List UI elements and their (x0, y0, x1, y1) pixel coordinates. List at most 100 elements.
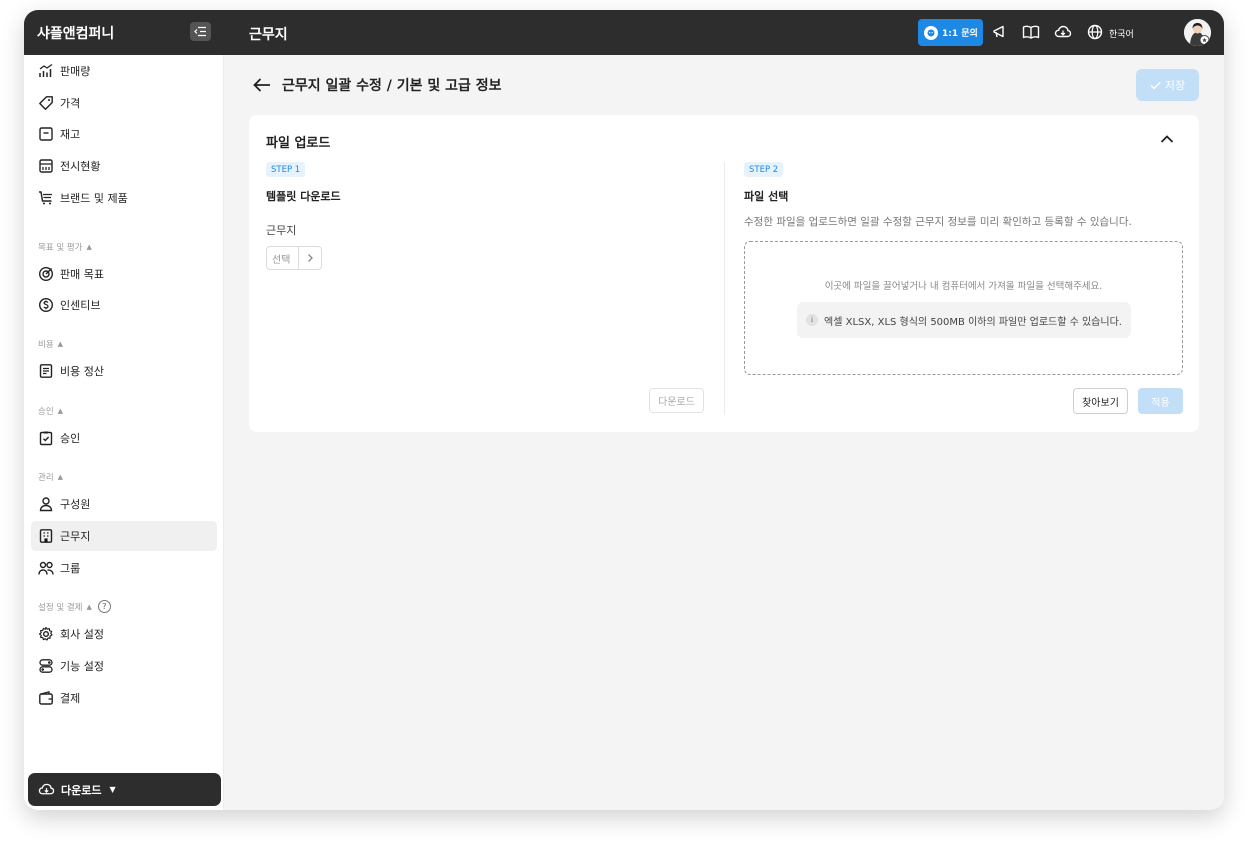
sidebar-item-expense[interactable]: 비용 정산 (31, 356, 217, 386)
sidebar-collapse-button[interactable] (190, 22, 211, 41)
step-divider (724, 162, 725, 415)
app-window: 샤플앤컴퍼니 근무지 1:1 문의 한국어 판매량 가격 재고 전시현황 브랜드… (24, 10, 1224, 810)
cloud-download-icon (38, 783, 55, 795)
file-upload-card: 파일 업로드 STEP 1 템플릿 다운로드 근무지 선택 다운로드 STEP … (249, 115, 1199, 432)
inquiry-button[interactable]: 1:1 문의 (918, 19, 983, 46)
cloud-download-icon[interactable] (1054, 23, 1072, 41)
save-button[interactable]: 저장 (1136, 69, 1199, 101)
sidebar-item-brands[interactable]: 브랜드 및 제품 (31, 183, 217, 213)
sidebar-item-label: 인센티브 (60, 299, 101, 312)
step1-badge: STEP 1 (266, 162, 306, 177)
section-settings[interactable]: 설정 및 결제 ▲ ? (38, 600, 111, 613)
top-bar: 샤플앤컴퍼니 근무지 1:1 문의 한국어 (24, 10, 1224, 55)
sidebar-item-display[interactable]: 전시현황 (31, 151, 217, 181)
chart-icon (39, 63, 53, 77)
back-arrow-icon[interactable] (252, 76, 272, 94)
section-manage[interactable]: 관리 ▲ (38, 471, 63, 483)
select-placeholder: 선택 (267, 247, 299, 269)
download-menu-button[interactable]: 다운로드 ▼ (28, 773, 221, 806)
sidebar-item-sales-goal[interactable]: 판매 목표 (31, 259, 217, 289)
card-title: 파일 업로드 (266, 136, 331, 151)
workplace-field-label: 근무지 (266, 224, 297, 237)
step2-badge: STEP 2 (744, 162, 784, 177)
cart-icon (39, 191, 52, 205)
inquiry-label: 1:1 문의 (942, 29, 978, 39)
caret-up-icon: ▲ (86, 602, 92, 611)
users-icon (38, 561, 54, 575)
coin-icon (38, 297, 54, 313)
sidebar-item-inventory[interactable]: 재고 (31, 119, 217, 149)
sidebar-item-label: 회사 설정 (60, 628, 104, 641)
sidebar-item-members[interactable]: 구성원 (31, 489, 217, 519)
sidebar-item-label: 가격 (60, 97, 81, 110)
section-goals[interactable]: 목표 및 평가 ▲ (38, 241, 92, 253)
sidebar-item-price[interactable]: 가격 (31, 88, 217, 118)
section-label: 목표 및 평가 (38, 243, 83, 253)
download-label: 다운로드 (61, 783, 102, 797)
chevron-up-icon[interactable] (1159, 132, 1175, 146)
globe-icon[interactable] (1086, 23, 1104, 41)
caret-down-icon: ▼ (109, 785, 116, 794)
caret-up-icon: ▲ (57, 340, 64, 348)
sidebar-item-label: 전시현황 (60, 160, 101, 173)
sidebar-item-label: 구성원 (60, 498, 91, 511)
check-icon (1150, 81, 1161, 90)
section-label: 관리 (38, 473, 54, 483)
step2-title: 파일 선택 (744, 190, 789, 203)
clipboard-check-icon (39, 431, 53, 446)
sidebar-item-label: 판매량 (60, 65, 91, 78)
sidebar-item-company-settings[interactable]: 회사 설정 (31, 619, 217, 649)
tag-icon (39, 96, 53, 110)
section-label: 설정 및 결제 (38, 602, 83, 613)
chat-icon (924, 25, 938, 40)
avatar[interactable] (1184, 19, 1211, 46)
section-label: 비용 (38, 340, 54, 350)
sidebar-item-incentive[interactable]: 인센티브 (31, 290, 217, 320)
sidebar-item-label: 판매 목표 (60, 268, 104, 281)
file-format-notice: i 엑셀 XLSX, XLS 형식의 500MB 이하의 파일만 업로드할 수 … (797, 302, 1131, 338)
book-icon[interactable] (1022, 23, 1040, 41)
sidebar-item-label: 근무지 (60, 530, 91, 543)
receipt-icon (39, 364, 53, 378)
browse-button[interactable]: 찾아보기 (1073, 388, 1128, 414)
template-download-button[interactable]: 다운로드 (649, 388, 704, 413)
workplace-select[interactable]: 선택 (266, 246, 322, 270)
company-name: 샤플앤컴퍼니 (37, 26, 115, 42)
section-label: 승인 (38, 407, 54, 417)
language-selector[interactable]: 한국어 (1109, 27, 1134, 40)
collapse-icon (194, 26, 206, 37)
file-dropzone[interactable]: 이곳에 파일을 끌어넣거나 내 컴퓨터에서 가져올 파일을 선택해주세요. i … (744, 241, 1183, 375)
wallet-icon (39, 690, 53, 705)
help-icon[interactable]: ? (97, 600, 111, 613)
display-icon (39, 159, 53, 173)
megaphone-icon[interactable] (991, 23, 1009, 41)
target-icon (38, 266, 54, 282)
gear-icon (38, 626, 53, 641)
header-page-name: 근무지 (249, 27, 288, 43)
sidebar-item-sales[interactable]: 판매량 (31, 56, 217, 86)
sidebar-item-feature-settings[interactable]: 기능 설정 (31, 651, 217, 681)
chevron-right-icon (299, 253, 321, 263)
save-label: 저장 (1164, 79, 1186, 92)
sidebar-item-approval[interactable]: 승인 (31, 423, 217, 453)
box-icon (39, 127, 53, 141)
user-icon (39, 497, 53, 512)
info-icon: i (806, 314, 819, 326)
sidebar: 판매량 가격 재고 전시현황 브랜드 및 제품 목표 및 평가 ▲ 판매 목표 (24, 55, 224, 810)
sidebar-item-label: 결제 (60, 692, 81, 705)
section-approval[interactable]: 승인 ▲ (38, 405, 63, 417)
step1-title: 템플릿 다운로드 (266, 190, 341, 203)
sidebar-item-groups[interactable]: 그룹 (31, 553, 217, 583)
main-content: 근무지 일괄 수정 / 기본 및 고급 정보 저장 파일 업로드 STEP 1 … (224, 55, 1224, 810)
toggle-icon (39, 659, 53, 673)
sidebar-item-billing[interactable]: 결제 (31, 683, 217, 713)
sidebar-item-label: 승인 (60, 432, 81, 445)
apply-button[interactable]: 적용 (1138, 388, 1183, 414)
section-cost[interactable]: 비용 ▲ (38, 338, 63, 350)
sidebar-item-label: 브랜드 및 제품 (60, 192, 128, 205)
sidebar-item-label: 그룹 (60, 562, 81, 575)
sidebar-item-label: 비용 정산 (60, 365, 104, 378)
sidebar-item-workplace[interactable]: 근무지 (31, 521, 217, 551)
building-icon (39, 529, 53, 543)
dropzone-text: 이곳에 파일을 끌어넣거나 내 컴퓨터에서 가져올 파일을 선택해주세요. (824, 281, 1103, 292)
